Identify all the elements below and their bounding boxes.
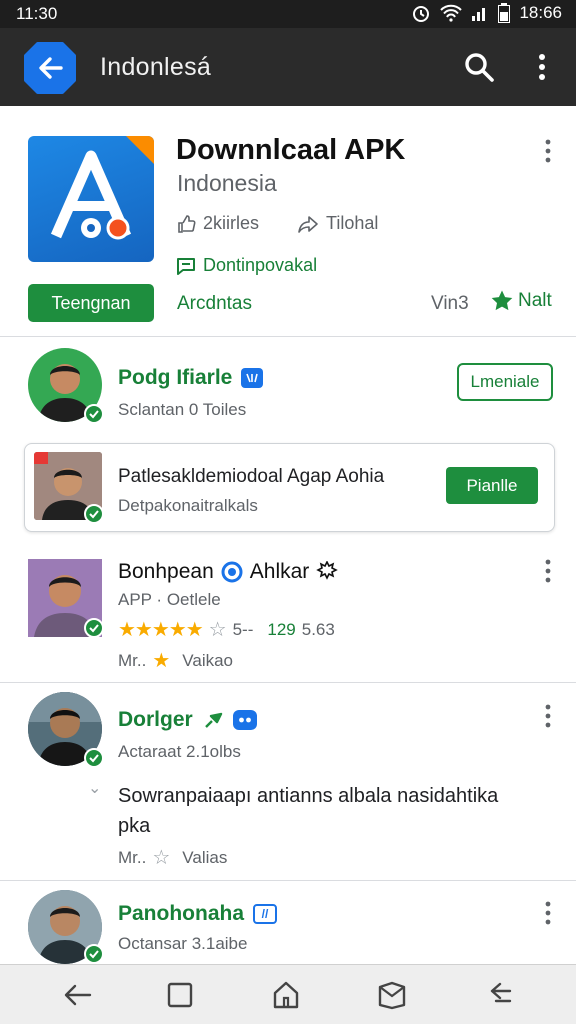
- list-item-title-extra: Ahlkar: [249, 560, 310, 583]
- star-outline-icon: ☆: [152, 847, 171, 869]
- app-icon: [28, 136, 154, 262]
- nav-square-icon[interactable]: [164, 979, 196, 1011]
- alarm-icon: [413, 6, 430, 22]
- rating-button[interactable]: Nalt: [490, 289, 552, 313]
- more-vert-icon[interactable]: [538, 558, 558, 584]
- nav-home-icon[interactable]: [270, 979, 302, 1011]
- footer-left: Mr..: [118, 847, 147, 867]
- header-link[interactable]: Arcdntas: [177, 293, 252, 315]
- more-vert-icon[interactable]: [538, 703, 558, 729]
- header-more-icon[interactable]: [538, 138, 558, 164]
- list-item-title-row: Bonhpean Ahlkar: [118, 560, 339, 584]
- nav-inbox-icon[interactable]: [376, 979, 408, 1011]
- back-button[interactable]: [24, 42, 76, 94]
- verified-badge-icon: [241, 368, 264, 388]
- bottom-navigation: [0, 964, 576, 1024]
- app-subtitle: Indonesia: [177, 170, 277, 196]
- star-outline-icon: ☆: [208, 619, 227, 641]
- status-bar: 11:30 18:66: [0, 0, 576, 28]
- back-arrow-icon: [39, 57, 63, 79]
- list-item-subtitle: APP · Oetlele: [118, 590, 221, 609]
- status-time-right: 18:66: [519, 3, 562, 22]
- rating-stars: ★★★★★: [118, 619, 204, 641]
- divider: [0, 880, 576, 881]
- rating-count: 5--: [232, 619, 254, 639]
- app-bar: Indonlesá: [0, 28, 576, 106]
- share-icon: [298, 215, 318, 233]
- list-item-subtitle: Sclantan 0 Toiles: [118, 400, 247, 419]
- verified-icon: [84, 618, 104, 638]
- likes-meta[interactable]: 2kiirles: [176, 213, 259, 234]
- pin-icon: [204, 712, 222, 728]
- footer-left: Mr..: [118, 650, 147, 670]
- divider: [0, 682, 576, 683]
- follow-button[interactable]: Lmeniale: [457, 363, 553, 401]
- chat-icon: [177, 257, 195, 275]
- verified-icon: [84, 504, 104, 524]
- green-meta-label: Dontinpovakal: [203, 255, 318, 275]
- list-item-subtitle: Octansar 3.1aibe: [118, 934, 248, 953]
- search-icon[interactable]: [462, 50, 496, 84]
- app-title: Downnlcaal APK: [176, 134, 406, 166]
- share-meta[interactable]: Tilohal: [297, 213, 378, 234]
- list-item-title[interactable]: Podg Ifiarle: [118, 366, 232, 390]
- more-vert-icon[interactable]: [530, 50, 554, 84]
- blue-circle-icon: [221, 561, 243, 583]
- wifi-icon: [440, 4, 463, 22]
- version-label: Vin3: [431, 293, 469, 314]
- reply-indicator-icon: ⌄: [88, 780, 102, 797]
- verified-icon: [84, 944, 104, 964]
- verified-badge-icon: //: [253, 904, 278, 924]
- more-vert-icon[interactable]: [538, 900, 558, 926]
- app-bar-title: Indonlesá: [100, 53, 212, 81]
- status-time: 11:30: [16, 4, 58, 23]
- rating-label: Nalt: [518, 290, 552, 311]
- featured-subtitle: Detpakonaitralkals: [118, 496, 258, 515]
- star-icon: [491, 290, 513, 311]
- verified-icon: [84, 404, 104, 424]
- rating-value: 5.63: [301, 619, 335, 639]
- footer-row: Mr.. ☆ Valias: [118, 845, 227, 870]
- list-item-subtitle: Actaraat 2.1olbs: [118, 742, 241, 761]
- bot-icon: [232, 710, 257, 730]
- footer-right: Vaikao: [182, 650, 233, 670]
- list-item-body: Sowranpaiaapı antianns albala nasidahtik…: [118, 785, 499, 837]
- list-item-title[interactable]: Bonhpean: [118, 560, 214, 584]
- primary-button[interactable]: Teengnan: [28, 284, 154, 322]
- install-button[interactable]: Pianlle: [446, 467, 538, 504]
- list-item-title[interactable]: Panohonaha: [118, 902, 244, 926]
- share-label: Tilohal: [326, 213, 379, 233]
- status-icons: 18:66: [411, 3, 562, 23]
- battery-icon: [498, 3, 511, 23]
- featured-title: Patlesakldemiodoal Agap Aohia: [118, 466, 385, 487]
- star-icon: ★: [152, 650, 171, 672]
- rating-green: 129: [267, 619, 296, 639]
- verified-icon: [84, 748, 104, 768]
- list-item-title-row: Dorlger: [118, 708, 257, 732]
- footer-right: Valias: [182, 847, 228, 867]
- thumbs-up-icon: [178, 214, 196, 233]
- list-item-title-row: Podg Ifiarle: [118, 366, 264, 390]
- signal-icon: [472, 8, 486, 21]
- likes-label: 2kiirles: [203, 213, 260, 233]
- divider: [0, 336, 576, 337]
- list-item-title-row: Panohonaha //: [118, 902, 278, 926]
- nav-return-icon[interactable]: [484, 979, 516, 1011]
- green-meta[interactable]: Dontinpovakal: [176, 255, 317, 276]
- rating-row: ★★★★★ ☆ 5-- 129 5.63: [118, 617, 335, 642]
- footer-row: Mr.. ★ Vaikao: [118, 648, 233, 673]
- nav-back-icon[interactable]: [62, 979, 94, 1011]
- list-item-title[interactable]: Dorlger: [118, 708, 193, 732]
- gear-icon: [316, 561, 339, 580]
